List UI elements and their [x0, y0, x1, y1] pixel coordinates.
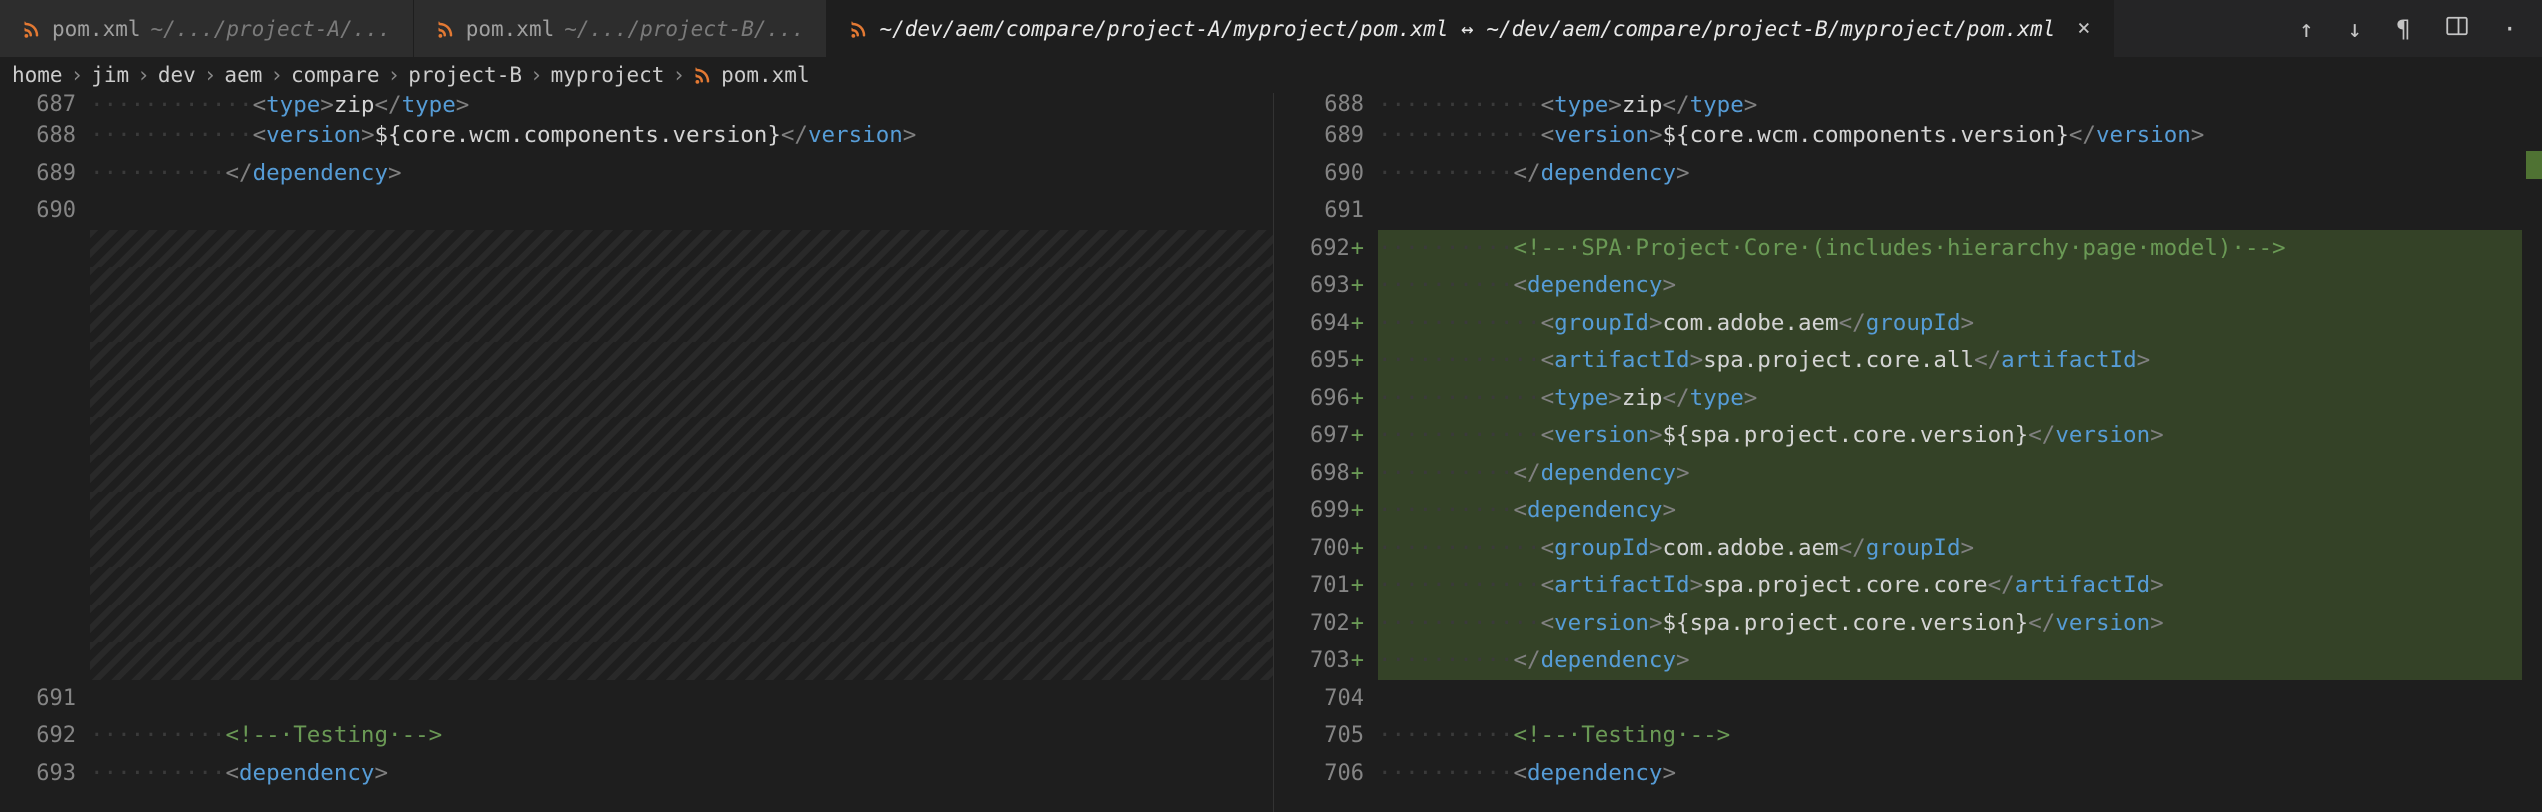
tab-hint: ~/.../project-A/... — [151, 17, 391, 41]
chevron-right-icon: › — [530, 63, 543, 87]
tab-controls: ↑ ↓ ¶ · — [2271, 14, 2542, 44]
chevron-right-icon: › — [388, 63, 401, 87]
crumb[interactable]: home — [12, 63, 63, 87]
chevron-right-icon: › — [270, 63, 283, 87]
tab-bar: pom.xml ~/.../project-A/... pom.xml ~/..… — [0, 0, 2542, 57]
code-right[interactable]: ············<type>zip</type>············… — [1378, 93, 2542, 812]
pilcrow-icon[interactable]: ¶ — [2396, 15, 2410, 43]
xml-file-icon — [693, 65, 713, 85]
tab-diff[interactable]: ~/dev/aem/compare/project-A/myproject/po… — [827, 0, 2113, 57]
diff-right-pane[interactable]: 688689690691692+693+694+695+696+697+698+… — [1274, 93, 2542, 812]
tab-label: pom.xml — [466, 17, 555, 41]
diff-editor: 687688689690............691692693 ······… — [0, 93, 2542, 812]
xml-file-icon — [436, 19, 456, 39]
chevron-right-icon: › — [71, 63, 84, 87]
crumb[interactable]: project-B — [408, 63, 522, 87]
code-left[interactable]: ············<type>zip</type>············… — [90, 93, 1273, 812]
xml-file-icon — [22, 19, 42, 39]
tab-label: ~/dev/aem/compare/project-A/myproject/po… — [879, 17, 2055, 41]
crumb[interactable]: jim — [91, 63, 129, 87]
tab-label: pom.xml — [52, 17, 141, 41]
tab-pom-a[interactable]: pom.xml ~/.../project-A/... — [0, 0, 414, 57]
chevron-right-icon: › — [672, 63, 685, 87]
more-icon[interactable]: · — [2503, 15, 2514, 43]
line-gutter-right: 688689690691692+693+694+695+696+697+698+… — [1274, 93, 1378, 812]
chevron-right-icon: › — [137, 63, 150, 87]
crumb[interactable]: aem — [224, 63, 262, 87]
crumb[interactable]: dev — [158, 63, 196, 87]
arrow-down-icon[interactable]: ↓ — [2348, 15, 2362, 43]
crumb[interactable]: compare — [291, 63, 380, 87]
tab-pom-b[interactable]: pom.xml ~/.../project-B/... — [414, 0, 828, 57]
overview-ruler[interactable] — [2522, 93, 2542, 812]
chevron-right-icon: › — [204, 63, 217, 87]
split-layout-icon[interactable] — [2445, 14, 2469, 44]
xml-file-icon — [849, 19, 869, 39]
arrow-up-icon[interactable]: ↑ — [2299, 15, 2313, 43]
crumb[interactable]: myproject — [551, 63, 665, 87]
tab-hint: ~/.../project-B/... — [564, 17, 804, 41]
close-icon[interactable]: × — [2077, 16, 2090, 41]
breadcrumb: home › jim › dev › aem › compare › project-B ›… — [0, 57, 2542, 93]
diff-left-pane[interactable]: 687688689690............691692693 ······… — [0, 93, 1274, 812]
line-gutter-left: 687688689690............691692693 — [0, 93, 90, 812]
crumb[interactable]: pom.xml — [721, 63, 810, 87]
